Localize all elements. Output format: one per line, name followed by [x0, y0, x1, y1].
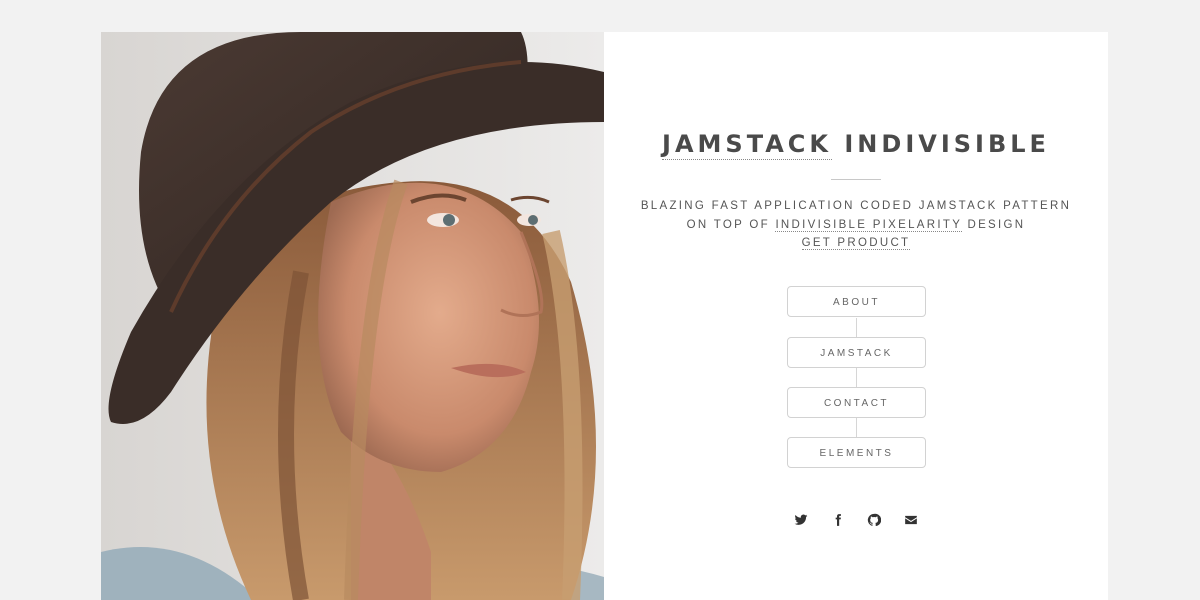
title-rest: INDIVISIBLE	[844, 130, 1050, 158]
envelope-icon[interactable]	[904, 513, 918, 527]
tagline: BLAZING FAST APPLICATION CODED JAMSTACK …	[604, 197, 1108, 253]
tagline-line-2-suffix: DESIGN	[967, 218, 1026, 231]
nav-jamstack-button[interactable]: JAMSTACK	[787, 337, 926, 368]
tagline-line-2: ON TOP OF INDIVISIBLE PIXELARITY DESIGN	[604, 216, 1108, 235]
social-links	[794, 512, 918, 528]
pixelarity-link[interactable]: INDIVISIBLE PIXELARITY	[775, 218, 962, 232]
tagline-line-1: BLAZING FAST APPLICATION CODED JAMSTACK …	[640, 200, 1072, 212]
nav-about-button[interactable]: ABOUT	[787, 286, 926, 317]
get-product-link[interactable]: GET PRODUCT	[801, 237, 911, 250]
nav-contact-button[interactable]: CONTACT	[787, 387, 926, 418]
facebook-icon[interactable]	[831, 513, 845, 527]
title-divider	[831, 179, 881, 180]
hero-photo	[101, 32, 604, 600]
page-frame: JAMSTACK INDIVISIBLE BLAZING FAST APPLIC…	[101, 32, 1108, 600]
github-icon[interactable]	[867, 513, 882, 527]
twitter-icon[interactable]	[794, 513, 808, 527]
site-title: JAMSTACK INDIVISIBLE	[604, 130, 1108, 160]
content-panel: JAMSTACK INDIVISIBLE BLAZING FAST APPLIC…	[604, 32, 1108, 600]
tagline-line-3: GET PRODUCT	[604, 234, 1108, 253]
nav-elements-button[interactable]: ELEMENTS	[787, 437, 926, 468]
tagline-line-2-prefix: ON TOP OF	[686, 218, 770, 231]
title-link[interactable]: JAMSTACK	[662, 130, 833, 160]
